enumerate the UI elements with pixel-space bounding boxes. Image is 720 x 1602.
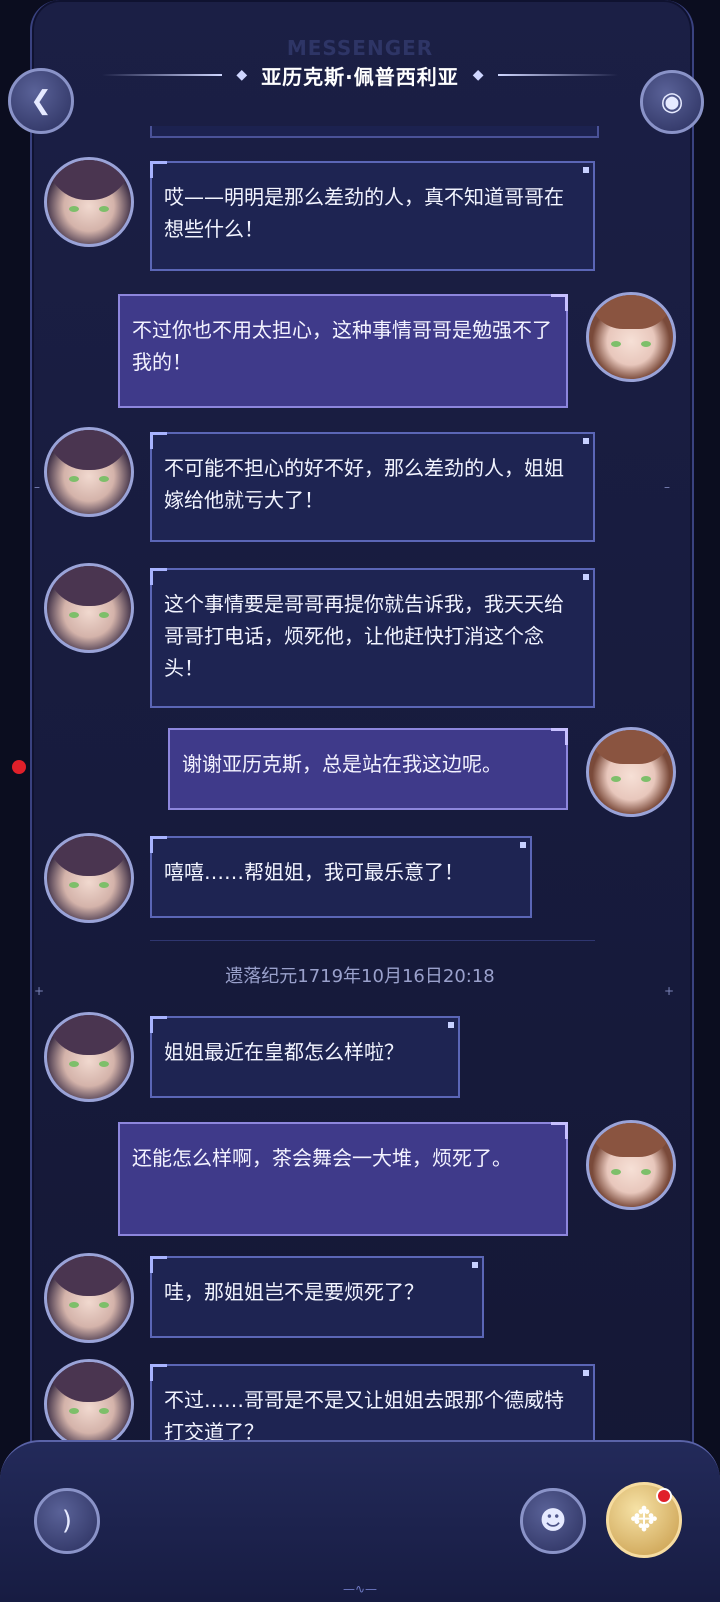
title-divider-right xyxy=(497,74,618,76)
back-button[interactable]: ❮ xyxy=(8,68,74,134)
avatar-alex[interactable] xyxy=(44,1253,134,1343)
notification-dot xyxy=(656,1488,672,1504)
back-arrow-icon: ❮ xyxy=(30,86,52,116)
emoji-button[interactable]: ☻ xyxy=(520,1488,586,1554)
avatar-alex[interactable] xyxy=(44,563,134,653)
message-bubble: 嘻嘻……帮姐姐，我可最乐意了！ xyxy=(150,836,532,918)
message-bubble: 谢谢亚历克斯，总是站在我这边呢。 xyxy=(168,728,568,810)
previous-message-edge xyxy=(150,126,599,138)
avatar-player[interactable] xyxy=(586,1120,676,1210)
message-text: 嘻嘻……帮姐姐，我可最乐意了！ xyxy=(164,860,464,884)
message-text: 不可能不担心的好不好，那么差劲的人，姐姐嫁给他就亏大了！ xyxy=(164,456,564,512)
message-bubble: 不过你也不用太担心，这种事情哥哥是勉强不了我的！ xyxy=(118,294,568,408)
message-bubble: 这个事情要是哥哥再提你就告诉我，我天天给哥哥打电话，烦死他，让他赶快打消这个念头… xyxy=(150,568,595,708)
message-text: 哎——明明是那么差劲的人，真不知道哥哥在想些什么！ xyxy=(164,185,564,241)
avatar-alex[interactable] xyxy=(44,427,134,517)
frame-mark-icon: – xyxy=(34,480,40,494)
message-text: 姐姐最近在皇都怎么样啦？ xyxy=(164,1040,404,1064)
timestamp-divider xyxy=(150,940,595,941)
indicator-dot xyxy=(12,760,26,774)
voice-button[interactable]: ) xyxy=(34,1488,100,1554)
timestamp: 遗落纪元1719年10月16日20:18 xyxy=(225,966,495,987)
title-row: ◆ 亚历克斯·佩普西利亚 ◆ xyxy=(0,60,720,90)
avatar-alex[interactable] xyxy=(44,1012,134,1102)
message-text: 还能怎么样啊，茶会舞会一大堆，烦死了。 xyxy=(132,1146,512,1170)
message-text: 不过……哥哥是不是又让姐姐去跟那个德威特打交道了？ xyxy=(164,1388,564,1444)
assistant-bot-icon: ◉ xyxy=(660,87,684,117)
message-bubble: 不可能不担心的好不好，那么差劲的人，姐姐嫁给他就亏大了！ xyxy=(150,432,595,542)
avatar-player[interactable] xyxy=(586,292,676,382)
message-text: 这个事情要是哥哥再提你就告诉我，我天天给哥哥打电话，烦死他，让他赶快打消这个念头… xyxy=(164,592,564,680)
assistant-button[interactable]: ◉ xyxy=(640,70,704,134)
message-text: 不过你也不用太担心，这种事情哥哥是勉强不了我的！ xyxy=(132,318,552,374)
pulse-line-icon: —∿— xyxy=(342,1582,378,1596)
contact-name: 亚历克斯·佩普西利亚 xyxy=(261,64,459,89)
message-text: 谢谢亚历克斯，总是站在我这边呢。 xyxy=(182,752,502,776)
avatar-player[interactable] xyxy=(586,727,676,817)
avatar-alex[interactable] xyxy=(44,1359,134,1449)
title-ornament-left-icon: ◆ xyxy=(236,67,248,83)
title-divider-left xyxy=(102,74,223,76)
voice-icon: ) xyxy=(61,1506,73,1536)
frame-mark-icon: – xyxy=(664,480,670,494)
emoji-icon: ☻ xyxy=(539,1506,567,1536)
message-bubble: 哇，那姐姐岂不是要烦死了？ xyxy=(150,1256,484,1338)
chat-header: MESSENGER ◆ 亚历克斯·佩普西利亚 ◆ xyxy=(0,0,720,130)
title-ornament-right-icon: ◆ xyxy=(472,67,484,83)
avatar-alex[interactable] xyxy=(44,833,134,923)
message-text: 哇，那姐姐岂不是要烦死了？ xyxy=(164,1280,424,1304)
message-bubble: 还能怎么样啊，茶会舞会一大堆，烦死了。 xyxy=(118,1122,568,1236)
message-bubble: 哎——明明是那么差劲的人，真不知道哥哥在想些什么！ xyxy=(150,161,595,271)
avatar-alex[interactable] xyxy=(44,157,134,247)
move-cross-icon: ✥ xyxy=(629,1500,659,1540)
message-bubble: 姐姐最近在皇都怎么样啦？ xyxy=(150,1016,460,1098)
app-label: MESSENGER xyxy=(286,36,434,60)
